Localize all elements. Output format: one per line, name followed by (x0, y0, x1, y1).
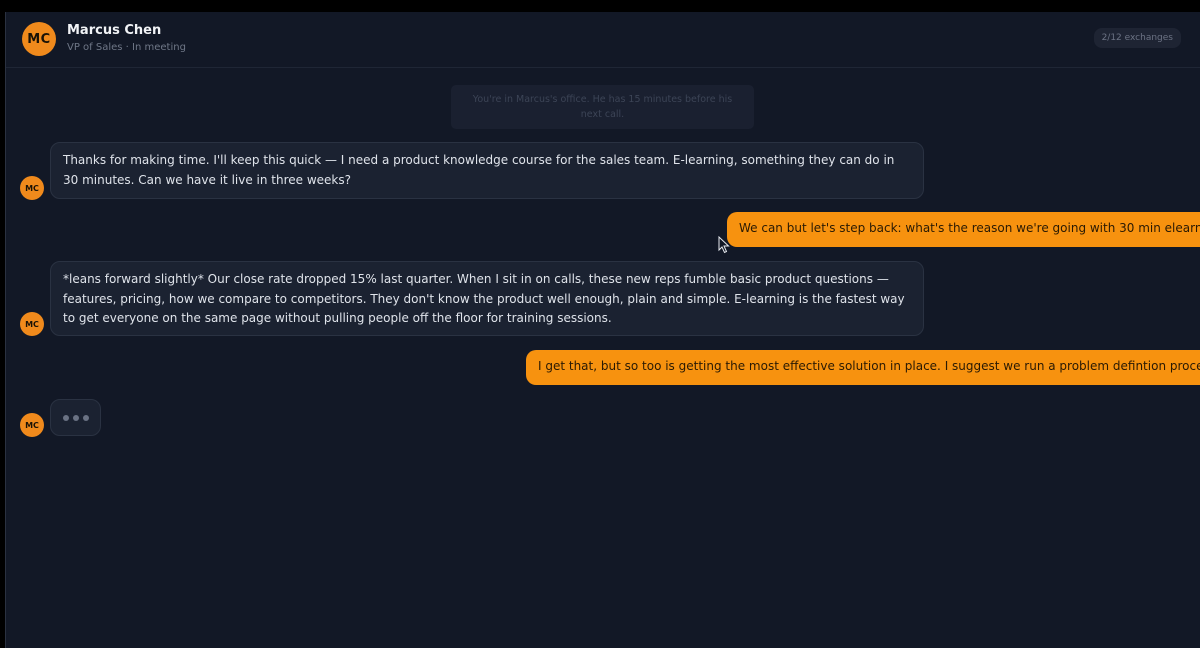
system-note: You're in Marcus's office. He has 15 min… (451, 85, 754, 129)
typing-indicator (50, 399, 101, 436)
top-bar (0, 0, 1200, 12)
contact-name: Marcus Chen (67, 23, 162, 38)
incoming-message: *leans forward slightly* Our close rate … (50, 261, 924, 336)
message-avatar: MC (20, 413, 44, 437)
outgoing-message: We can but let's step back: what's the r… (727, 212, 1200, 247)
message-avatar: MC (20, 176, 44, 200)
avatar: MC (22, 22, 56, 56)
message-avatar: MC (20, 312, 44, 336)
typing-dots-icon (62, 414, 69, 421)
mouse-cursor-icon (718, 236, 730, 254)
chat-header: MC Marcus Chen VP of Sales · In meeting … (6, 12, 1200, 68)
outgoing-message: I get that, but so too is getting the mo… (526, 350, 1200, 385)
contact-status: VP of Sales · In meeting (67, 42, 186, 53)
typing-dots-icon (82, 414, 89, 421)
incoming-message: Thanks for making time. I'll keep this q… (50, 142, 924, 199)
exchange-counter-badge: 2/12 exchanges (1093, 28, 1181, 48)
chat-window: MC Marcus Chen VP of Sales · In meeting … (5, 12, 1200, 648)
typing-dots-icon (72, 414, 79, 421)
